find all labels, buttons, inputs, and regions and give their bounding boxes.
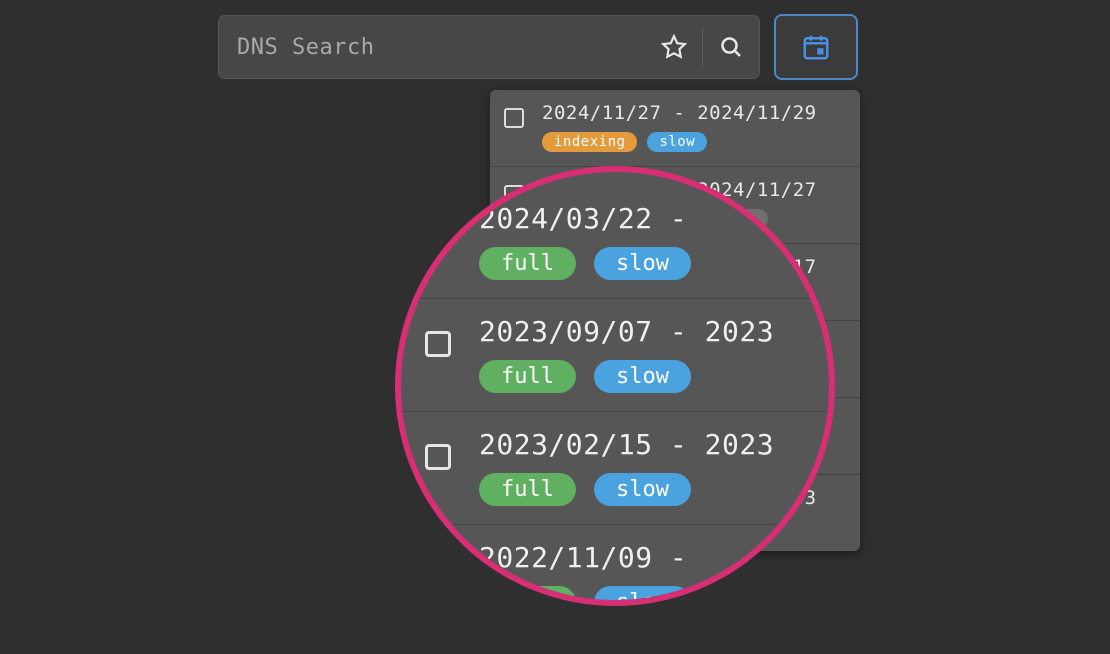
date-range-label: 2024/11/27 - 2024/11/29 bbox=[542, 102, 846, 124]
status-badge: full bbox=[479, 473, 576, 506]
row-checkbox bbox=[425, 331, 451, 357]
status-badge: slow bbox=[594, 360, 691, 393]
list-item: 2022/11/09 - full slow bbox=[401, 525, 829, 606]
row-checkbox bbox=[425, 444, 451, 470]
top-toolbar: DNS Search bbox=[218, 14, 858, 80]
zoom-content: 2024/03/22 - full slow 2023/09/07 - 2023… bbox=[401, 172, 829, 606]
zoom-lens: 2024/03/22 - full slow 2023/09/07 - 2023… bbox=[395, 166, 835, 606]
row-badges: full slow bbox=[479, 473, 774, 506]
favorite-button[interactable] bbox=[646, 16, 702, 78]
search-input[interactable]: DNS Search bbox=[219, 35, 646, 60]
status-badge: full bbox=[479, 586, 576, 606]
list-item: 2023/02/15 - 2023 full slow bbox=[401, 412, 829, 525]
list-item[interactable]: 2024/11/27 - 2024/11/29 indexing slow bbox=[490, 90, 860, 167]
star-icon bbox=[661, 34, 687, 60]
search-icon bbox=[719, 35, 743, 59]
checkbox-icon bbox=[504, 108, 524, 128]
checkbox-icon bbox=[425, 331, 451, 357]
status-badge: indexing bbox=[542, 132, 637, 152]
date-range-label: 2024/03/22 - bbox=[479, 202, 691, 235]
calendar-button[interactable] bbox=[774, 14, 858, 80]
row-body: 2024/11/27 - 2024/11/29 indexing slow bbox=[542, 102, 846, 152]
checkbox-icon bbox=[425, 444, 451, 470]
status-badge: slow bbox=[594, 586, 691, 606]
search-box[interactable]: DNS Search bbox=[218, 15, 760, 79]
status-badge: full bbox=[479, 360, 576, 393]
status-badge: slow bbox=[594, 473, 691, 506]
status-badge: slow bbox=[594, 247, 691, 280]
list-item: 2023/09/07 - 2023 full slow bbox=[401, 299, 829, 412]
date-range-label: 2022/11/09 - bbox=[479, 541, 691, 574]
date-range-label: 2023/09/07 - 2023 bbox=[479, 315, 774, 348]
status-badge: full bbox=[479, 247, 576, 280]
status-badge: slow bbox=[647, 132, 707, 152]
row-checkbox[interactable] bbox=[504, 108, 524, 128]
row-badges: indexing slow bbox=[542, 132, 846, 152]
search-button[interactable] bbox=[703, 16, 759, 78]
row-badges: full slow bbox=[479, 360, 774, 393]
date-range-label: 2023/02/15 - 2023 bbox=[479, 428, 774, 461]
calendar-icon bbox=[801, 32, 831, 62]
row-badges: full slow bbox=[479, 586, 691, 606]
row-badges: full slow bbox=[479, 247, 691, 280]
